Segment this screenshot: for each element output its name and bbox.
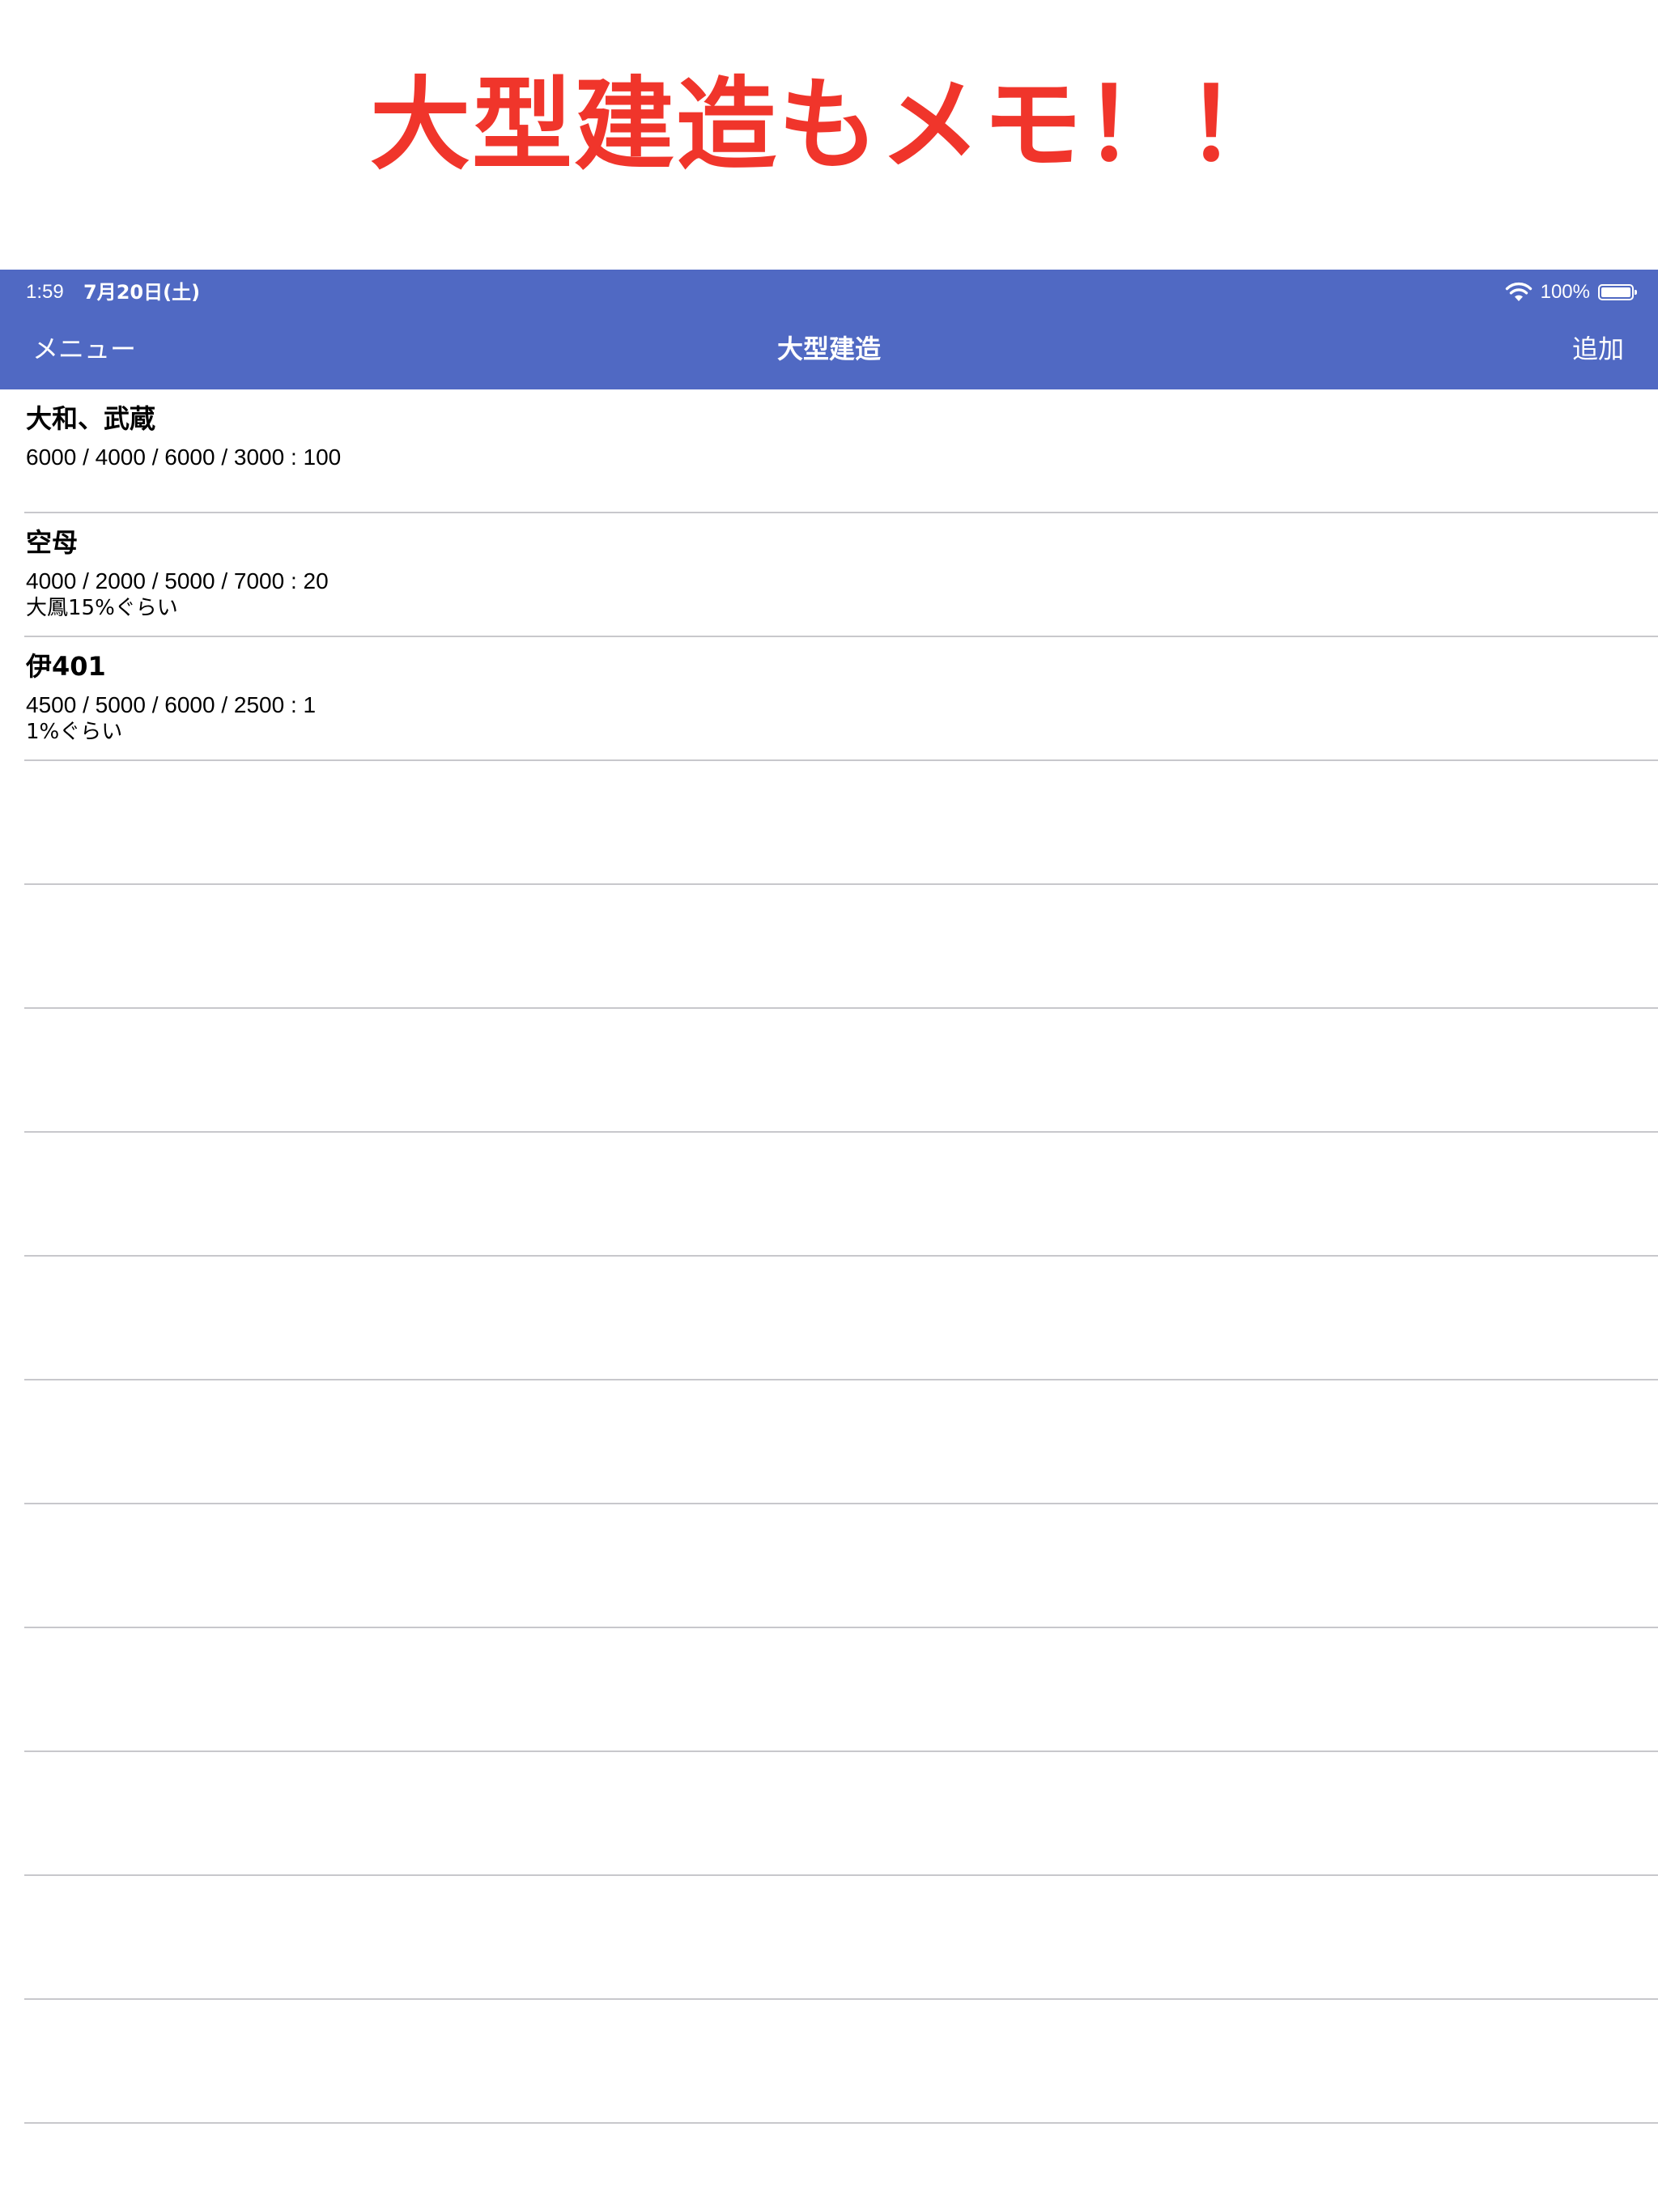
app-screen: 1:59 7月20日(土) 100% メニュー 大型建造 追加 大和、武蔵 60… [0,270,1658,2212]
empty-row [0,1257,1658,1380]
promo-headline: 大型建造もメモ！！ [369,67,1288,184]
list-item-i401[interactable]: 伊401 4500 / 5000 / 6000 / 2500 : 1 1%ぐらい [0,637,1658,761]
recipe-note: 大鳳15%ぐらい [26,596,178,620]
recipe-name: 空母 [26,527,79,558]
battery-icon [1598,284,1637,300]
recipe-name: 大和、武蔵 [26,403,156,434]
empty-row [0,761,1658,885]
empty-row [0,1504,1658,1628]
list-item-carrier[interactable]: 空母 4000 / 2000 / 5000 / 7000 : 20 大鳳15%ぐ… [0,513,1658,637]
empty-row [0,2000,1658,2124]
add-button[interactable]: 追加 [1572,331,1624,367]
empty-row [0,1133,1658,1257]
empty-row [0,1876,1658,2000]
recipe-name: 伊401 [26,651,106,682]
status-right-group: 100% [1505,278,1637,307]
recipe-note: 1%ぐらい [26,720,123,744]
battery-percentage: 100% [1540,281,1590,303]
list-item-yamato-musashi[interactable]: 大和、武蔵 6000 / 4000 / 6000 / 3000 : 100 [0,389,1658,513]
empty-row [0,1628,1658,1752]
navigation-bar: 1:59 7月20日(土) 100% メニュー 大型建造 追加 [0,270,1658,389]
status-time: 1:59 [26,281,64,303]
promo-banner: 大型建造もメモ！！ [0,0,1658,270]
page-title: 大型建造 [776,334,881,364]
wifi-icon [1505,282,1532,301]
empty-row [0,1009,1658,1133]
empty-row [0,885,1658,1009]
recipe-values: 4000 / 2000 / 5000 / 7000 : 20 [26,568,329,593]
empty-row [0,1752,1658,1876]
status-date: 7月20日(土) [83,281,201,304]
recipe-list: 大和、武蔵 6000 / 4000 / 6000 / 3000 : 100 空母… [0,389,1658,2124]
recipe-values: 4500 / 5000 / 6000 / 2500 : 1 [26,692,317,717]
empty-row [0,1380,1658,1504]
recipe-values: 6000 / 4000 / 6000 / 3000 : 100 [26,445,342,470]
